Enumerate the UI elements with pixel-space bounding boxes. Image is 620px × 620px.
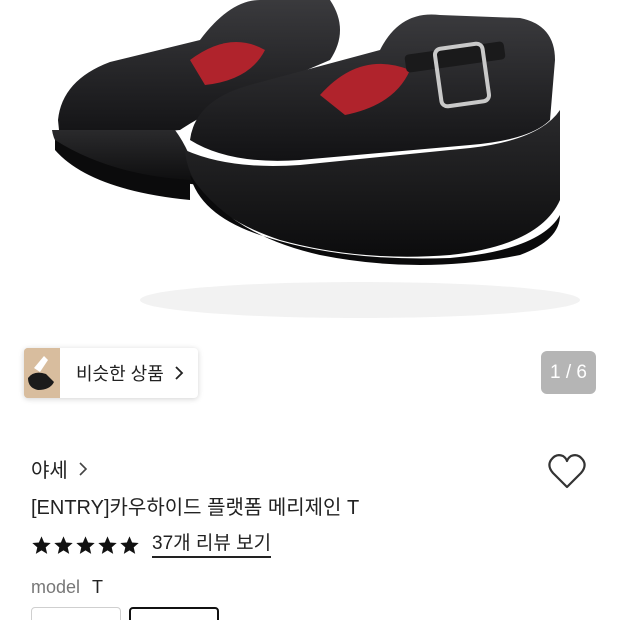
option-label: model xyxy=(31,577,81,597)
heart-icon[interactable] xyxy=(547,452,587,490)
shoe-photo xyxy=(52,0,580,318)
option-button[interactable] xyxy=(31,607,121,620)
option-selected-value: T xyxy=(92,577,104,597)
reviews-link[interactable]: 37개 리뷰 보기 xyxy=(152,533,272,558)
option-label-row: model T xyxy=(31,577,103,598)
star-icon xyxy=(54,536,73,554)
brand-name: 야세 xyxy=(31,460,68,482)
product-title: [ENTRY]카우하이드 플랫폼 메리제인 T xyxy=(31,497,360,519)
similar-products-button[interactable]: 비슷한 상품 xyxy=(24,348,198,398)
rating-row: 37개 리뷰 보기 xyxy=(31,533,272,558)
product-image[interactable] xyxy=(0,0,620,345)
similar-product-thumbnail xyxy=(24,348,60,398)
star-icon xyxy=(98,536,117,554)
similar-products-label: 비슷한 상품 xyxy=(76,364,164,384)
star-rating xyxy=(31,535,140,556)
chevron-right-icon xyxy=(79,461,87,476)
brand-link[interactable]: 야세 xyxy=(31,454,88,483)
star-icon xyxy=(76,536,95,554)
star-icon xyxy=(32,536,51,554)
chevron-right-icon xyxy=(175,366,184,380)
star-icon xyxy=(120,536,139,554)
option-button-selected[interactable] xyxy=(129,607,219,620)
image-counter: 1 / 6 xyxy=(541,351,596,394)
